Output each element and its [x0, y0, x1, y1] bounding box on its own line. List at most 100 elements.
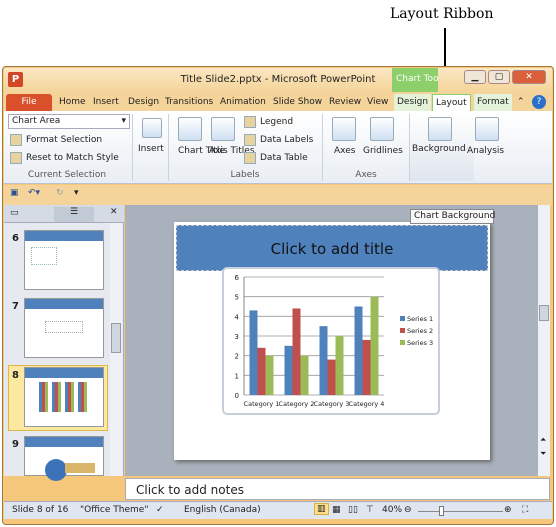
- x-tick-label: Category 4: [349, 400, 385, 408]
- fit-to-window-icon[interactable]: ⛶: [522, 505, 528, 515]
- slide-canvas[interactable]: Click to add title 0 1 2 3 4 5 6 Category 1 Cate…: [174, 222, 490, 460]
- help-icon[interactable]: ?: [532, 95, 546, 109]
- notes-pane[interactable]: Click to add notes: [125, 478, 550, 500]
- divider: [322, 114, 323, 181]
- annotation-label: Layout Ribbon: [390, 6, 494, 22]
- tab-review[interactable]: Review: [326, 94, 364, 111]
- tab-chart-design[interactable]: Design: [394, 94, 432, 111]
- save-icon[interactable]: ▣: [10, 188, 19, 198]
- pane-tabs: ▭ ☰ ✕: [4, 205, 124, 223]
- chart[interactable]: 0 1 2 3 4 5 6 Category 1 Category 2 Category 3 Cat…: [222, 267, 440, 415]
- group-label-current-selection: Current Selection: [27, 170, 107, 180]
- axis-titles-icon: [211, 117, 235, 141]
- customize-qat-icon[interactable]: ▾: [74, 188, 79, 198]
- title-placeholder[interactable]: Click to add title: [176, 225, 488, 271]
- zoom-slider-thumb[interactable]: [439, 506, 445, 516]
- bar-series-2: [327, 359, 336, 395]
- spell-check-icon[interactable]: ✓: [156, 505, 164, 515]
- chart-element-select[interactable]: Chart Area ▾: [8, 114, 130, 129]
- next-slide-icon[interactable]: ⏷: [540, 449, 546, 459]
- scroll-thumb[interactable]: [111, 323, 121, 353]
- previous-slide-icon[interactable]: ⏶: [540, 435, 546, 445]
- bar-series-3: [335, 336, 344, 395]
- thumb-table: [45, 321, 83, 333]
- chart-element-value: Chart Area: [12, 116, 61, 126]
- reading-view-icon[interactable]: ▯▯: [348, 505, 358, 515]
- undo-icon[interactable]: ↶▾: [28, 188, 40, 198]
- divider: [168, 114, 169, 181]
- tooltip: Chart Background: [410, 209, 495, 224]
- slide-thumbnail-9[interactable]: [24, 436, 104, 481]
- slides-tab-icon[interactable]: ▭: [10, 208, 19, 218]
- chart-title-icon: [178, 117, 202, 141]
- data-labels-icon: [244, 134, 256, 146]
- tab-insert[interactable]: Insert: [90, 94, 122, 111]
- legend-button[interactable]: Legend: [260, 117, 293, 127]
- gridlines-icon: [370, 117, 394, 141]
- tab-format[interactable]: Format: [474, 94, 512, 111]
- tab-animation[interactable]: Animation: [217, 94, 269, 111]
- y-tick-label: 4: [235, 313, 240, 321]
- x-tick-label: Category 2: [279, 400, 315, 408]
- bar-series-3: [300, 355, 309, 395]
- status-bar: Slide 8 of 16 "Office Theme" ✓ English (…: [4, 501, 552, 519]
- insert-button[interactable]: Insert: [138, 144, 164, 154]
- language[interactable]: English (Canada): [184, 505, 261, 515]
- tab-layout[interactable]: Layout: [432, 94, 471, 111]
- zoom-in-icon[interactable]: ⊕: [504, 505, 512, 515]
- tab-view[interactable]: View: [364, 94, 391, 111]
- normal-view-icon[interactable]: ▥: [314, 503, 329, 515]
- y-tick-label: 6: [235, 274, 240, 282]
- slide-scrollbar[interactable]: ⏶ ⏷: [538, 205, 550, 476]
- close-pane-icon[interactable]: ✕: [110, 207, 118, 217]
- tab-slide-show[interactable]: Slide Show: [270, 94, 324, 111]
- x-tick-label: Category 1: [244, 400, 280, 408]
- slide-counter: Slide 8 of 16: [12, 505, 69, 515]
- tab-home[interactable]: Home: [56, 94, 89, 111]
- slide-show-icon[interactable]: ⊤: [366, 505, 374, 515]
- zoom-slider[interactable]: [418, 511, 503, 512]
- format-selection-icon: [10, 134, 22, 146]
- slide-thumbnail-6[interactable]: [24, 230, 104, 290]
- slides-pane-scrollbar[interactable]: [110, 223, 122, 476]
- zoom-level[interactable]: 40%: [382, 505, 402, 515]
- slide-editor: Click to add title 0 1 2 3 4 5 6 Category 1 Cate…: [125, 205, 550, 476]
- slide-thumbnail-8[interactable]: [24, 367, 104, 427]
- gridlines-button[interactable]: Gridlines: [363, 146, 403, 156]
- analysis-icon: [475, 117, 499, 141]
- close-icon[interactable]: ✕: [512, 70, 546, 84]
- divider: [132, 114, 133, 181]
- x-tick-label: Category 3: [314, 400, 350, 408]
- theme-name[interactable]: "Office Theme": [80, 505, 148, 515]
- layout-ribbon: Chart Area ▾ Format Selection Reset to Ma…: [4, 111, 552, 184]
- redo-icon[interactable]: ↻: [56, 188, 64, 198]
- reset-to-match-style-button[interactable]: Reset to Match Style: [26, 153, 119, 163]
- restore-icon[interactable]: ▢: [488, 70, 510, 84]
- tab-file[interactable]: File: [6, 94, 52, 111]
- legend-swatch: [400, 328, 405, 333]
- bar-series-2: [292, 308, 301, 395]
- scroll-thumb[interactable]: [539, 305, 549, 321]
- bar-series-2: [362, 339, 371, 395]
- analysis-button[interactable]: Analysis: [467, 146, 504, 156]
- tab-design[interactable]: Design: [125, 94, 162, 111]
- format-selection-button[interactable]: Format Selection: [26, 135, 102, 145]
- group-label-axes: Axes: [355, 170, 377, 180]
- axes-button[interactable]: Axes: [334, 146, 355, 156]
- legend-label: Series 1: [407, 315, 433, 323]
- minimize-ribbon-icon[interactable]: ⌃: [514, 94, 528, 111]
- legend-label: Series 3: [407, 339, 433, 347]
- slide-sorter-icon[interactable]: ▦: [332, 505, 341, 515]
- slide-title: Click to add title: [270, 240, 394, 258]
- minimize-icon[interactable]: ▁: [464, 70, 486, 84]
- chart-tools-context-label: Chart Tools: [392, 68, 438, 92]
- background-button[interactable]: Background: [410, 113, 474, 181]
- outline-tab-icon[interactable]: ☰: [54, 207, 94, 222]
- bar-series-1: [249, 310, 258, 395]
- background-icon: [428, 117, 452, 141]
- zoom-out-icon[interactable]: ⊖: [404, 505, 412, 515]
- slide-thumbnail-7[interactable]: [24, 298, 104, 358]
- tab-transitions[interactable]: Transitions: [162, 94, 214, 111]
- data-table-button[interactable]: Data Table: [260, 153, 308, 163]
- data-labels-button[interactable]: Data Labels: [260, 135, 313, 145]
